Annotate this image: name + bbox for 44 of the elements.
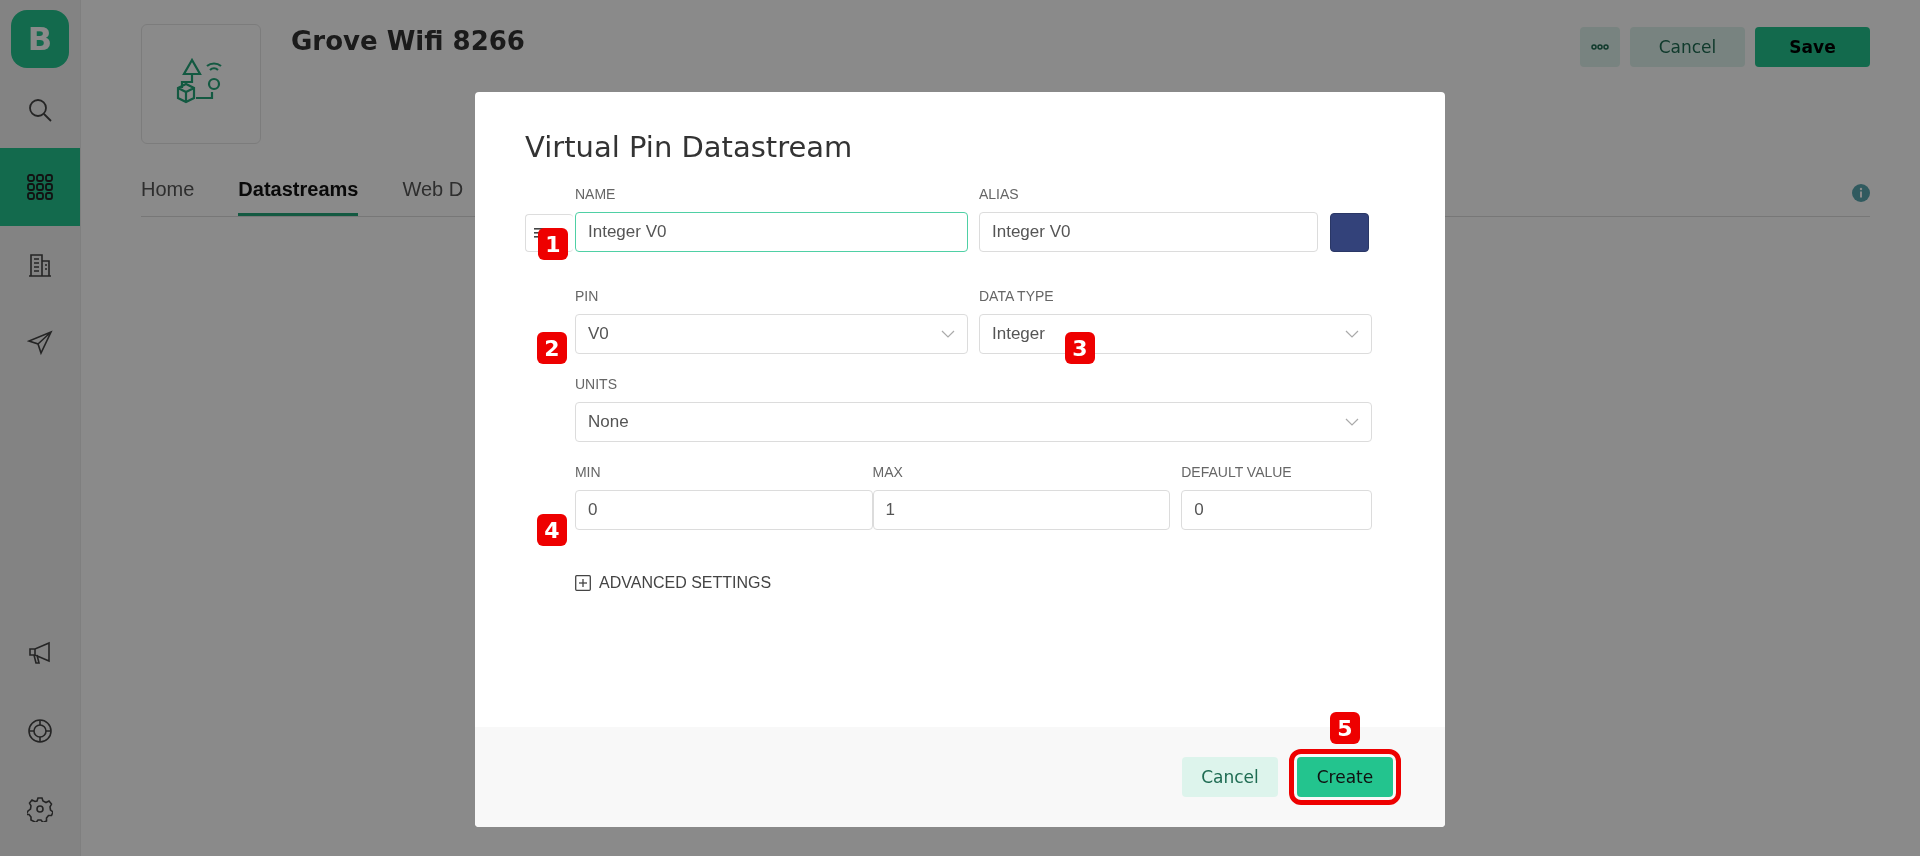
max-input[interactable]: 1 <box>872 490 1171 530</box>
more-button[interactable] <box>1580 27 1620 67</box>
tab[interactable]: Home <box>141 178 195 216</box>
name-input[interactable]: Integer V0 <box>575 212 968 252</box>
device-title: Grove Wifi 8266 <box>291 26 525 56</box>
more-icon <box>1591 44 1609 50</box>
default-value-input[interactable]: 0 <box>1181 490 1372 530</box>
annotation-badge: 5 <box>1330 712 1360 744</box>
color-swatch[interactable] <box>1330 213 1369 252</box>
grid-icon <box>27 174 53 200</box>
plus-box-icon <box>575 575 591 591</box>
chevron-icon <box>941 330 955 338</box>
send-icon <box>27 330 53 356</box>
alias-input[interactable]: Integer V0 <box>979 212 1318 252</box>
settings-icon <box>27 796 53 822</box>
tab[interactable]: Web D <box>402 178 464 216</box>
annotation-badge: 4 <box>537 514 567 546</box>
field-label: ALIAS <box>979 186 1020 202</box>
field-label: PIN <box>575 288 600 304</box>
units-dropdown[interactable]: None <box>575 402 1372 442</box>
min-input[interactable]: 0 <box>574 490 873 530</box>
field-label: UNITS <box>575 376 618 392</box>
chevron-icon <box>1345 330 1359 338</box>
field-label: NAME <box>575 186 617 202</box>
chevron-icon <box>1345 418 1359 426</box>
pin-dropdown[interactable]: V0 <box>575 314 968 354</box>
dialog-title: Virtual Pin Datastream <box>525 130 854 164</box>
info-icon[interactable] <box>1852 184 1870 202</box>
field-label: MAX <box>872 464 904 480</box>
search-icon <box>27 97 53 123</box>
field-label: MIN <box>574 464 602 480</box>
annotation-badge: 3 <box>1065 332 1095 364</box>
megaphone-icon <box>27 640 53 666</box>
building-icon <box>27 252 53 278</box>
tab[interactable]: Datastreams <box>238 178 359 216</box>
field-label: DATA TYPE <box>979 288 1055 304</box>
lifebuoy-icon <box>27 718 53 744</box>
annotation-badge: 2 <box>537 332 567 364</box>
field-label: DEFAULT VALUE <box>1181 464 1293 480</box>
cancel-button[interactable]: Cancel <box>1182 757 1278 797</box>
create-button[interactable]: Create <box>1297 757 1393 797</box>
advanced-settings-toggle[interactable]: ADVANCED SETTINGS <box>575 574 772 592</box>
sidebar-item[interactable] <box>0 148 80 226</box>
annotation-badge: 1 <box>538 228 568 260</box>
